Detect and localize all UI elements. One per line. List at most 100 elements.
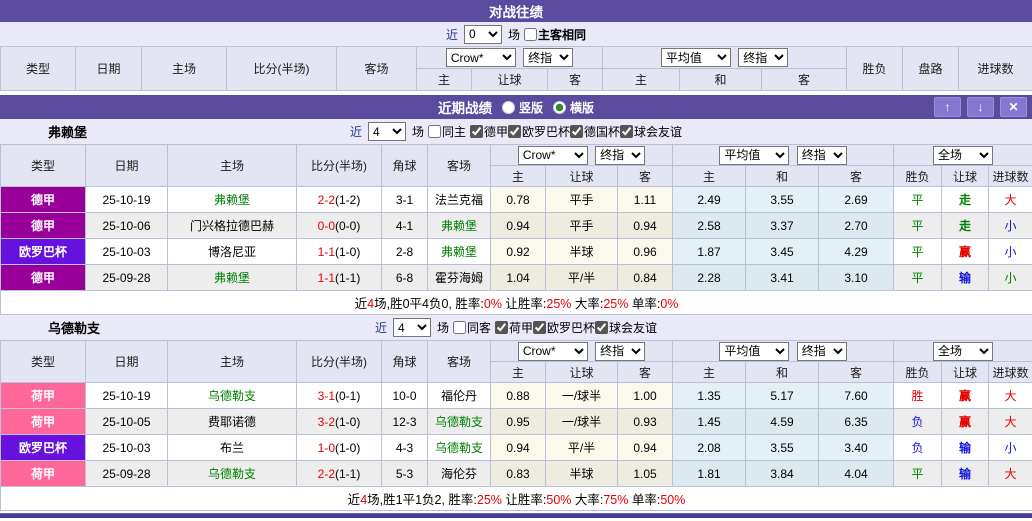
avg-away: 6.35 [818,408,895,435]
same-side-checkbox[interactable]: 同客 [452,319,491,336]
sub-col-a: 客 [818,165,895,187]
league-label: 球会友谊 [634,124,683,139]
avg-away: 2.70 [818,212,895,239]
summary-row: 近4场,胜0平4负0, 胜率:0% 让胜率:25% 大率:25% 单率:0% [0,290,1032,315]
move-up-button[interactable]: ↑ [934,97,961,117]
odds-away: 0.84 [616,264,674,291]
league-checkbox-input[interactable] [533,320,547,334]
league-checkbox-input[interactable] [595,320,609,334]
avg-odds-select[interactable]: 平均值 [719,341,790,361]
avg-draw: 3.37 [745,212,820,239]
final-odds-select[interactable]: 终指 [595,341,646,361]
match-row: 欧罗巴杯 25-10-03 布兰 1-0(1-0) 4-3 乌德勒支 0.94 平/半 0.94… [0,434,1032,461]
recent-rounds-select[interactable]: 4 [392,318,431,337]
sub-col-away: 客 [616,165,674,187]
layout-vertical-radio[interactable]: 竖版 [501,99,543,116]
league-label: 荷甲 [509,320,534,335]
close-button[interactable]: ✕ [1000,97,1027,117]
league-checkbox-input[interactable] [570,124,584,138]
h2h-rounds-select[interactable]: 0 [463,24,502,44]
same-side-checkbox[interactable]: 同主 [427,123,466,140]
league-badge: 德甲 [0,186,86,213]
league-badge: 荷甲 [0,382,86,409]
league-checkbox-input[interactable] [469,124,483,138]
result-badge: 平 [893,264,943,291]
match-row: 荷甲 25-09-28 乌德勒支 2-2(1-1) 5-3 海伦芬 0.83 半球 1.05 1.… [0,460,1032,487]
final-avg-select[interactable]: 终指 [796,145,847,165]
odds-home: 0.88 [490,382,546,409]
odds-away: 0.94 [616,212,674,239]
col-type: 类型 [0,144,86,187]
odds-provider-select[interactable]: Crow* [517,341,588,361]
league-checkbox[interactable]: 欧罗巴杯 [533,319,595,336]
league-checkbox[interactable]: 球会友谊 [620,123,682,140]
avg-draw: 4.59 [745,408,820,435]
full-time-select[interactable]: 全场 [933,145,994,165]
match-date: 25-10-06 [85,212,168,239]
handicap-result-badge: 输 [941,434,990,461]
move-down-button[interactable]: ↓ [967,97,994,117]
league-checkbox-input[interactable] [508,124,521,138]
odds-handicap: 平手 [545,186,618,213]
final-avg-select[interactable]: 终指 [738,48,789,67]
match-score: 3-2(1-0) [296,408,382,435]
avg-group-header: 平均值 终指 [672,144,895,166]
avg-away: 3.40 [818,434,895,461]
league-checkbox-input[interactable] [495,320,508,334]
same-side-checkbox-input[interactable] [427,125,441,138]
result-badge: 胜 [893,382,943,409]
league-checkbox-input[interactable] [620,124,634,138]
avg-odds-select[interactable]: 平均值 [660,48,731,67]
same-venue-checkbox[interactable]: 主客相同 [524,26,586,43]
odds-handicap: 平手 [545,212,618,239]
h2h-filter-row: 近 0 场 主客相同 [0,22,1032,46]
summary-row: 近4场,胜1平1负2, 胜率:25% 让胜率:50% 大率:75% 单率:50% [0,486,1032,511]
sub-col-handicap: 让球 [471,68,548,91]
avg-draw: 3.45 [745,238,820,265]
col-handicap-path: 盘路 [902,46,960,91]
league-checkbox[interactable]: 德甲 [469,123,508,140]
h2h-title-bar: 对战往绩 [0,0,1032,22]
col-home: 主场 [167,340,297,383]
league-checkbox[interactable]: 球会友谊 [595,319,657,336]
recent-rounds-select[interactable]: 4 [367,122,406,141]
team-section: 弗赖堡 近 4 场 同主 德甲 欧罗巴杯 德国杯 球会友谊 类型 日期 主场 比… [0,119,1032,315]
recent-results-title: 近期战绩 [437,101,492,116]
odds-away: 0.93 [616,408,674,435]
sub-col-h: 主 [602,68,681,91]
result-badge: 平 [893,460,943,487]
result-badge: 平 [893,186,943,213]
odds-provider-select[interactable]: Crow* [445,48,516,67]
near-label: 近 [445,27,458,42]
league-checkbox[interactable]: 欧罗巴杯 [508,123,570,140]
results-body: 荷甲 25-10-19 乌德勒支 3-1(0-1) 10-0 福伦丹 0.88 一/球半 1.0… [0,382,1032,487]
avg-odds-select[interactable]: 平均值 [719,145,790,165]
home-team: 弗赖堡 [167,264,297,291]
col-type: 类型 [0,340,86,383]
league-filters: 德甲 欧罗巴杯 德国杯 球会友谊 [469,123,682,141]
league-label: 欧罗巴杯 [522,124,571,139]
final-odds-select[interactable]: 终指 [523,48,574,67]
avg-group-header: 平均值 终指 [602,46,848,69]
full-time-select[interactable]: 全场 [933,341,994,361]
handicap-result-badge: 走 [941,186,990,213]
league-checkbox[interactable]: 德国杯 [570,123,620,140]
odds-home: 0.92 [490,238,546,265]
away-team: 法兰克福 [427,186,491,213]
col-corner: 角球 [381,144,428,187]
goals-badge: 大 [988,382,1032,409]
same-side-checkbox-input[interactable] [452,321,466,334]
col-away: 客场 [427,144,491,187]
match-score: 3-1(0-1) [296,382,382,409]
layout-horizontal-radio[interactable]: 横版 [553,99,594,116]
goals-badge: 大 [988,460,1032,487]
col-goals: 进球数 [958,46,1032,91]
league-checkbox[interactable]: 荷甲 [495,319,533,336]
h2h-title: 对战往绩 [489,5,543,20]
final-avg-select[interactable]: 终指 [796,341,847,361]
final-odds-select[interactable]: 终指 [595,145,646,165]
odds-provider-select[interactable]: Crow* [517,145,588,165]
sub-col-a: 客 [818,361,895,383]
same-venue-checkbox-input[interactable] [524,27,537,41]
sub-col-home: 主 [416,68,472,91]
